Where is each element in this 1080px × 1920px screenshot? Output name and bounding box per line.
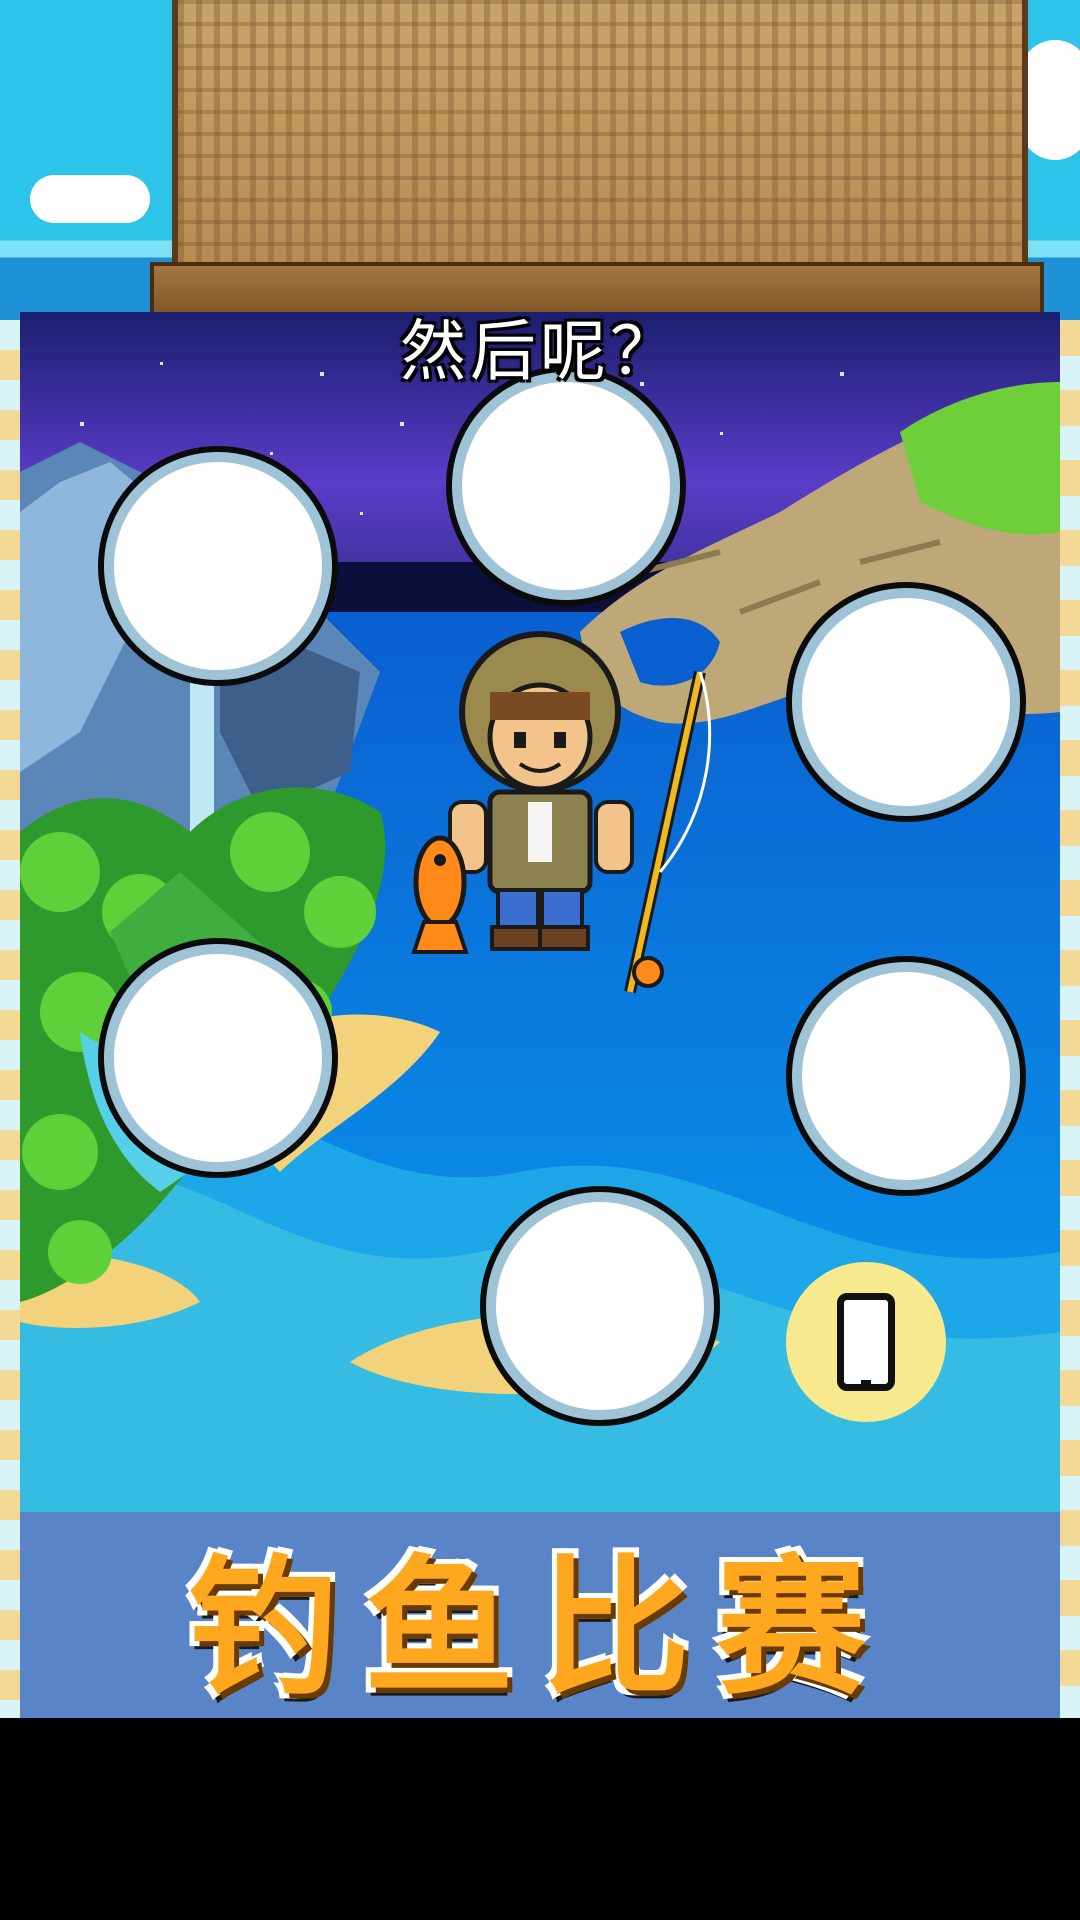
phone-button[interactable] [786, 1262, 946, 1422]
catch-slot-6[interactable] [486, 1192, 714, 1420]
goldfish-icon [411, 835, 469, 954]
prompt-text: 然后呢？ [400, 313, 680, 390]
letterbox-bottom [0, 1718, 1080, 1920]
shore-foam-right [1058, 320, 1080, 1718]
phone-icon [837, 1293, 895, 1391]
cloud [1020, 40, 1080, 160]
catch-slot-4[interactable] [104, 944, 332, 1172]
cloud [30, 175, 150, 223]
catch-slot-2[interactable] [452, 372, 680, 600]
catch-slot-5[interactable] [792, 962, 1020, 1190]
banner-title: 钓鱼比赛 [187, 1541, 892, 1716]
catch-slot-3[interactable] [792, 588, 1020, 816]
catch-slot-1[interactable] [104, 452, 332, 680]
island-scene: 然后呢？ [20, 312, 1060, 1512]
title-banner: 钓鱼比赛 [20, 1512, 1060, 1718]
roof-edge [150, 262, 1044, 318]
shore-foam-left [0, 320, 22, 1718]
